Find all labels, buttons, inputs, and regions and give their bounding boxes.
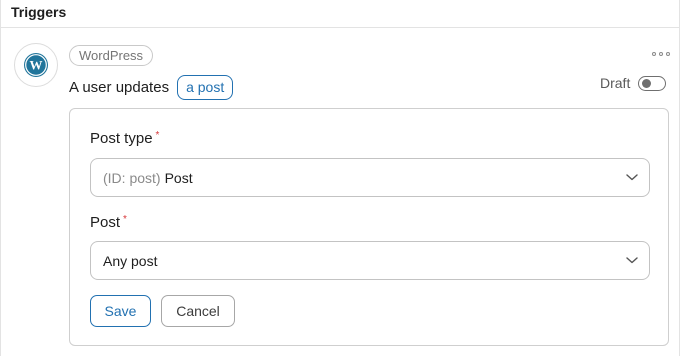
post-select[interactable]: Any post xyxy=(90,241,650,280)
required-marker: * xyxy=(123,214,127,225)
post-type-label: Post type * xyxy=(90,130,160,147)
post-type-select[interactable]: (ID: post) Post xyxy=(90,158,650,197)
post-label: Post * xyxy=(90,214,127,231)
cancel-button[interactable]: Cancel xyxy=(161,295,235,327)
wordpress-logo-icon: W xyxy=(14,43,58,87)
status-control: Draft xyxy=(600,75,667,91)
source-badge: WordPress xyxy=(69,45,154,66)
triggers-panel: Triggers W WordPress A user updates a po… xyxy=(0,0,680,356)
post-value: Any post xyxy=(103,252,158,269)
status-label: Draft xyxy=(600,75,631,91)
required-marker: * xyxy=(155,130,160,141)
section-title: Triggers xyxy=(11,4,67,20)
chevron-down-icon xyxy=(626,257,638,264)
more-options-icon[interactable] xyxy=(652,49,670,59)
section-divider xyxy=(1,27,680,28)
svg-text:W: W xyxy=(30,58,43,73)
toggle-knob xyxy=(642,78,652,88)
save-button[interactable]: Save xyxy=(90,295,151,327)
chevron-down-icon xyxy=(626,174,638,181)
post-type-value: Post xyxy=(164,169,193,186)
publish-toggle[interactable] xyxy=(638,75,667,91)
trigger-description: A user updates xyxy=(69,79,170,96)
post-token-button[interactable]: a post xyxy=(177,75,234,100)
post-type-id-prefix: (ID: post) xyxy=(103,169,161,186)
trigger-sentence: A user updates a post xyxy=(69,75,234,100)
trigger-settings-form: Post type * (ID: post) Post Post * Any pos… xyxy=(69,108,669,346)
